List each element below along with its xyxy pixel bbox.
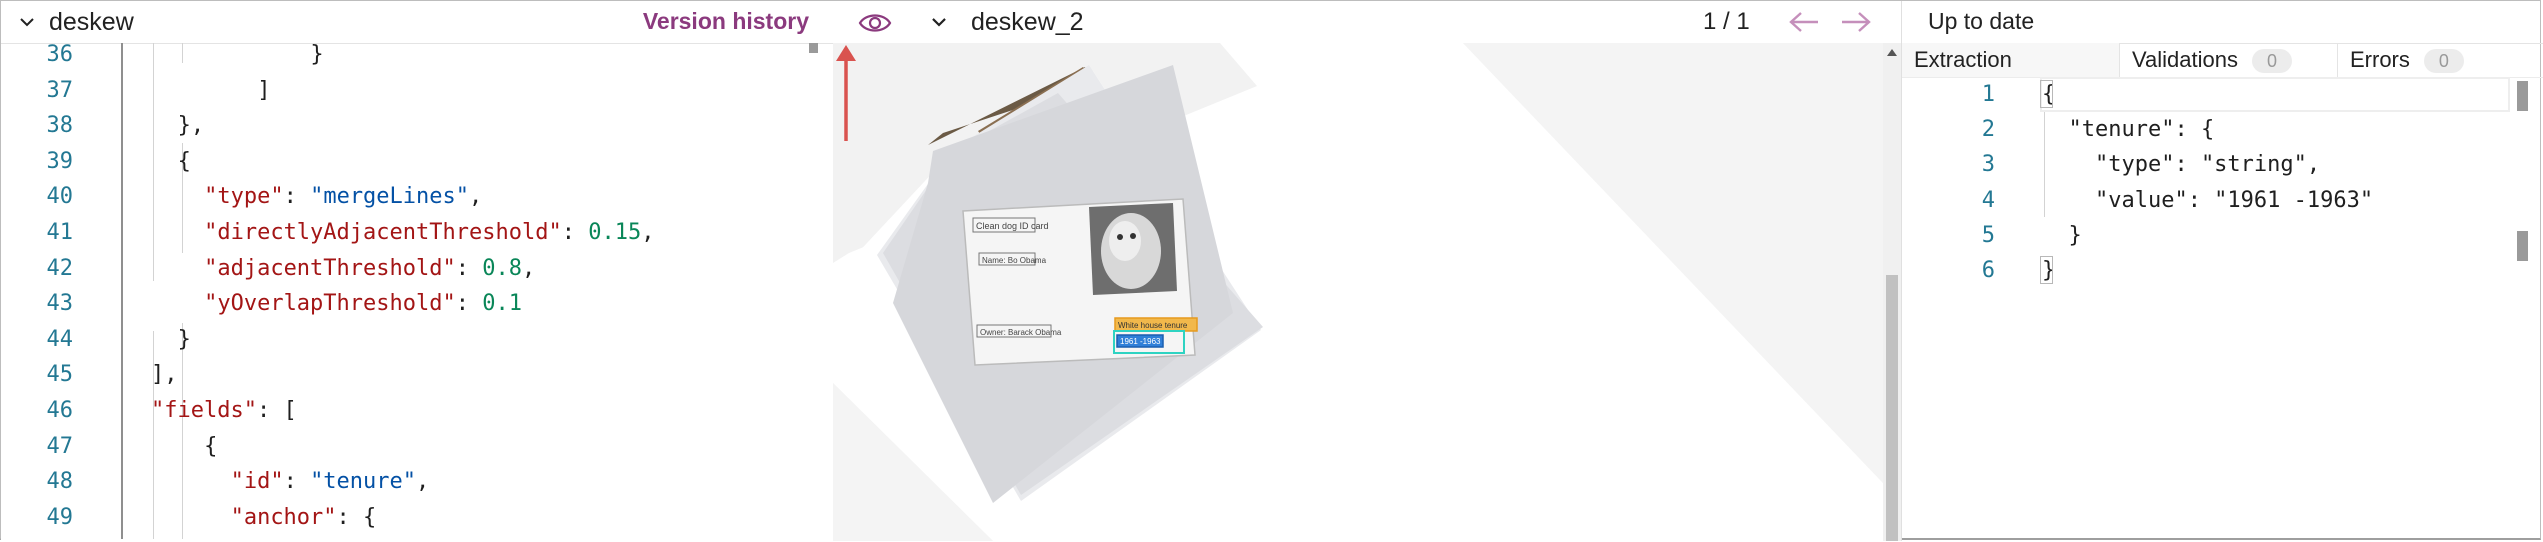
code-text: }	[257, 43, 324, 67]
code-text: "type": "string",	[2042, 152, 2321, 178]
chevron-down-icon[interactable]	[931, 14, 947, 30]
code-text: ]	[230, 77, 271, 103]
results-header: Up to date	[1902, 1, 2543, 44]
line-number: 5	[1981, 222, 1995, 248]
code-text: "tenure": {	[2042, 117, 2215, 143]
viewer-scrollbar[interactable]	[1883, 43, 1901, 541]
red-arrow-annotation	[836, 45, 856, 141]
indent-guide	[182, 43, 183, 63]
config-scrollbar[interactable]	[807, 43, 819, 539]
line-number: 41	[46, 220, 74, 245]
viewer-header: deskew_2 1 / 1	[833, 1, 1901, 44]
line-number: 38	[46, 113, 74, 139]
result-line: 1{	[1902, 77, 2522, 112]
app-window: deskew Version history 36 } 37 ] 38}, 39{40…	[0, 0, 2543, 541]
card-text-tenure-value: 1961 -1963	[1120, 337, 1161, 346]
line-number: 42	[46, 255, 74, 281]
extraction-output[interactable]: 1{2 "tenure": {3 "type": "string", 4 "val…	[1902, 77, 2543, 541]
line-number: 43	[46, 291, 74, 317]
config-title: deskew	[49, 7, 134, 36]
card-text-title: Clean dog ID card	[976, 221, 1049, 231]
arrow-left-icon[interactable]	[1787, 9, 1821, 35]
tab-extraction[interactable]: Extraction	[1902, 43, 2120, 77]
line-number: 2	[1981, 117, 1995, 143]
results-pane: Up to date Extraction Validations 0 Error…	[1901, 1, 2543, 541]
code-text: "directlyAdjacentThreshold": 0.15,	[204, 220, 655, 245]
line-number: 47	[46, 433, 74, 459]
results-tabs: Extraction Validations 0 Errors 0	[1902, 43, 2543, 78]
config-editor[interactable]: 36 } 37 ] 38}, 39 {40 "type": "mergeLines", 4…	[1, 43, 813, 539]
code-text: "value": "1961 -1963"	[2042, 187, 2374, 213]
result-line: 2 "tenure": {	[1902, 112, 2522, 147]
document-viewer[interactable]: Clean dog ID card Name: Bo Obama Owner: …	[833, 43, 1883, 541]
result-line: 5 }	[1902, 218, 2522, 253]
code-text: "anchor": {	[230, 504, 377, 530]
code-text: }	[177, 326, 191, 352]
eye-icon[interactable]	[857, 9, 893, 37]
line-number: 45	[46, 362, 74, 388]
line-number: 48	[46, 469, 74, 495]
viewer-pane: deskew_2 1 / 1 Clean dog ID card Name: B…	[833, 1, 1901, 541]
results-scrollbar[interactable]	[2514, 77, 2530, 541]
line-number: 37	[46, 77, 74, 103]
count-badge: 0	[2252, 49, 2292, 74]
arrow-right-icon[interactable]	[1839, 9, 1873, 35]
config-pane: deskew Version history 36 } 37 ] 38}, 39 {40…	[1, 1, 833, 541]
chevron-down-icon[interactable]	[19, 14, 35, 30]
code-text: }	[2042, 222, 2082, 248]
code-text: {	[177, 148, 191, 174]
line-number: 6	[1981, 258, 1995, 283]
line-number: 49	[46, 504, 74, 530]
code-text: "adjacentThreshold": 0.8,	[204, 255, 536, 281]
code-text: "yOverlapThreshold": 0.1	[204, 291, 523, 317]
code-text: ],	[151, 362, 178, 388]
code-text: {	[177, 433, 218, 459]
result-line: 6}	[1902, 253, 2522, 288]
tab-label: Errors	[2350, 47, 2410, 72]
indent-guide	[153, 43, 154, 281]
code-text: "type": "mergeLines",	[204, 184, 483, 210]
scroll-thumb[interactable]	[1886, 275, 1898, 541]
status-text: Up to date	[1928, 8, 2035, 34]
code-text: "fields": [	[151, 398, 297, 423]
document-name: deskew_2	[971, 8, 1084, 36]
page-counter: 1 / 1	[1703, 8, 1750, 35]
line-number: 40	[46, 184, 74, 210]
code-text: "id": "tenure",	[230, 469, 430, 495]
config-header: deskew Version history	[1, 1, 833, 44]
line-number: 46	[46, 398, 74, 423]
card-text-tenure-label: White house tenure	[1118, 321, 1188, 330]
code-text: },	[177, 113, 205, 139]
tab-label: Extraction	[1914, 47, 2012, 72]
line-number: 39	[46, 148, 74, 174]
scroll-up-icon[interactable]	[1887, 49, 1897, 56]
card-text-name: Name: Bo Obama	[982, 256, 1047, 265]
line-number: 36	[46, 43, 74, 67]
result-line: 4 "value": "1961 -1963"	[1902, 183, 2522, 218]
line-number: 1	[1981, 82, 1995, 107]
count-badge: 0	[2423, 49, 2464, 74]
tab-validations[interactable]: Validations 0	[2120, 43, 2338, 77]
line-number: 44	[46, 326, 74, 352]
version-history-link[interactable]: Version history	[643, 8, 809, 35]
line-number: 4	[1981, 187, 1995, 213]
card-text-owner: Owner: Barack Obama	[980, 328, 1062, 337]
result-line: 3 "type": "string",	[1902, 147, 2522, 182]
tab-errors[interactable]: Errors 0	[2338, 43, 2543, 77]
tab-label: Validations	[2132, 47, 2238, 72]
line-number: 3	[1981, 152, 1995, 178]
